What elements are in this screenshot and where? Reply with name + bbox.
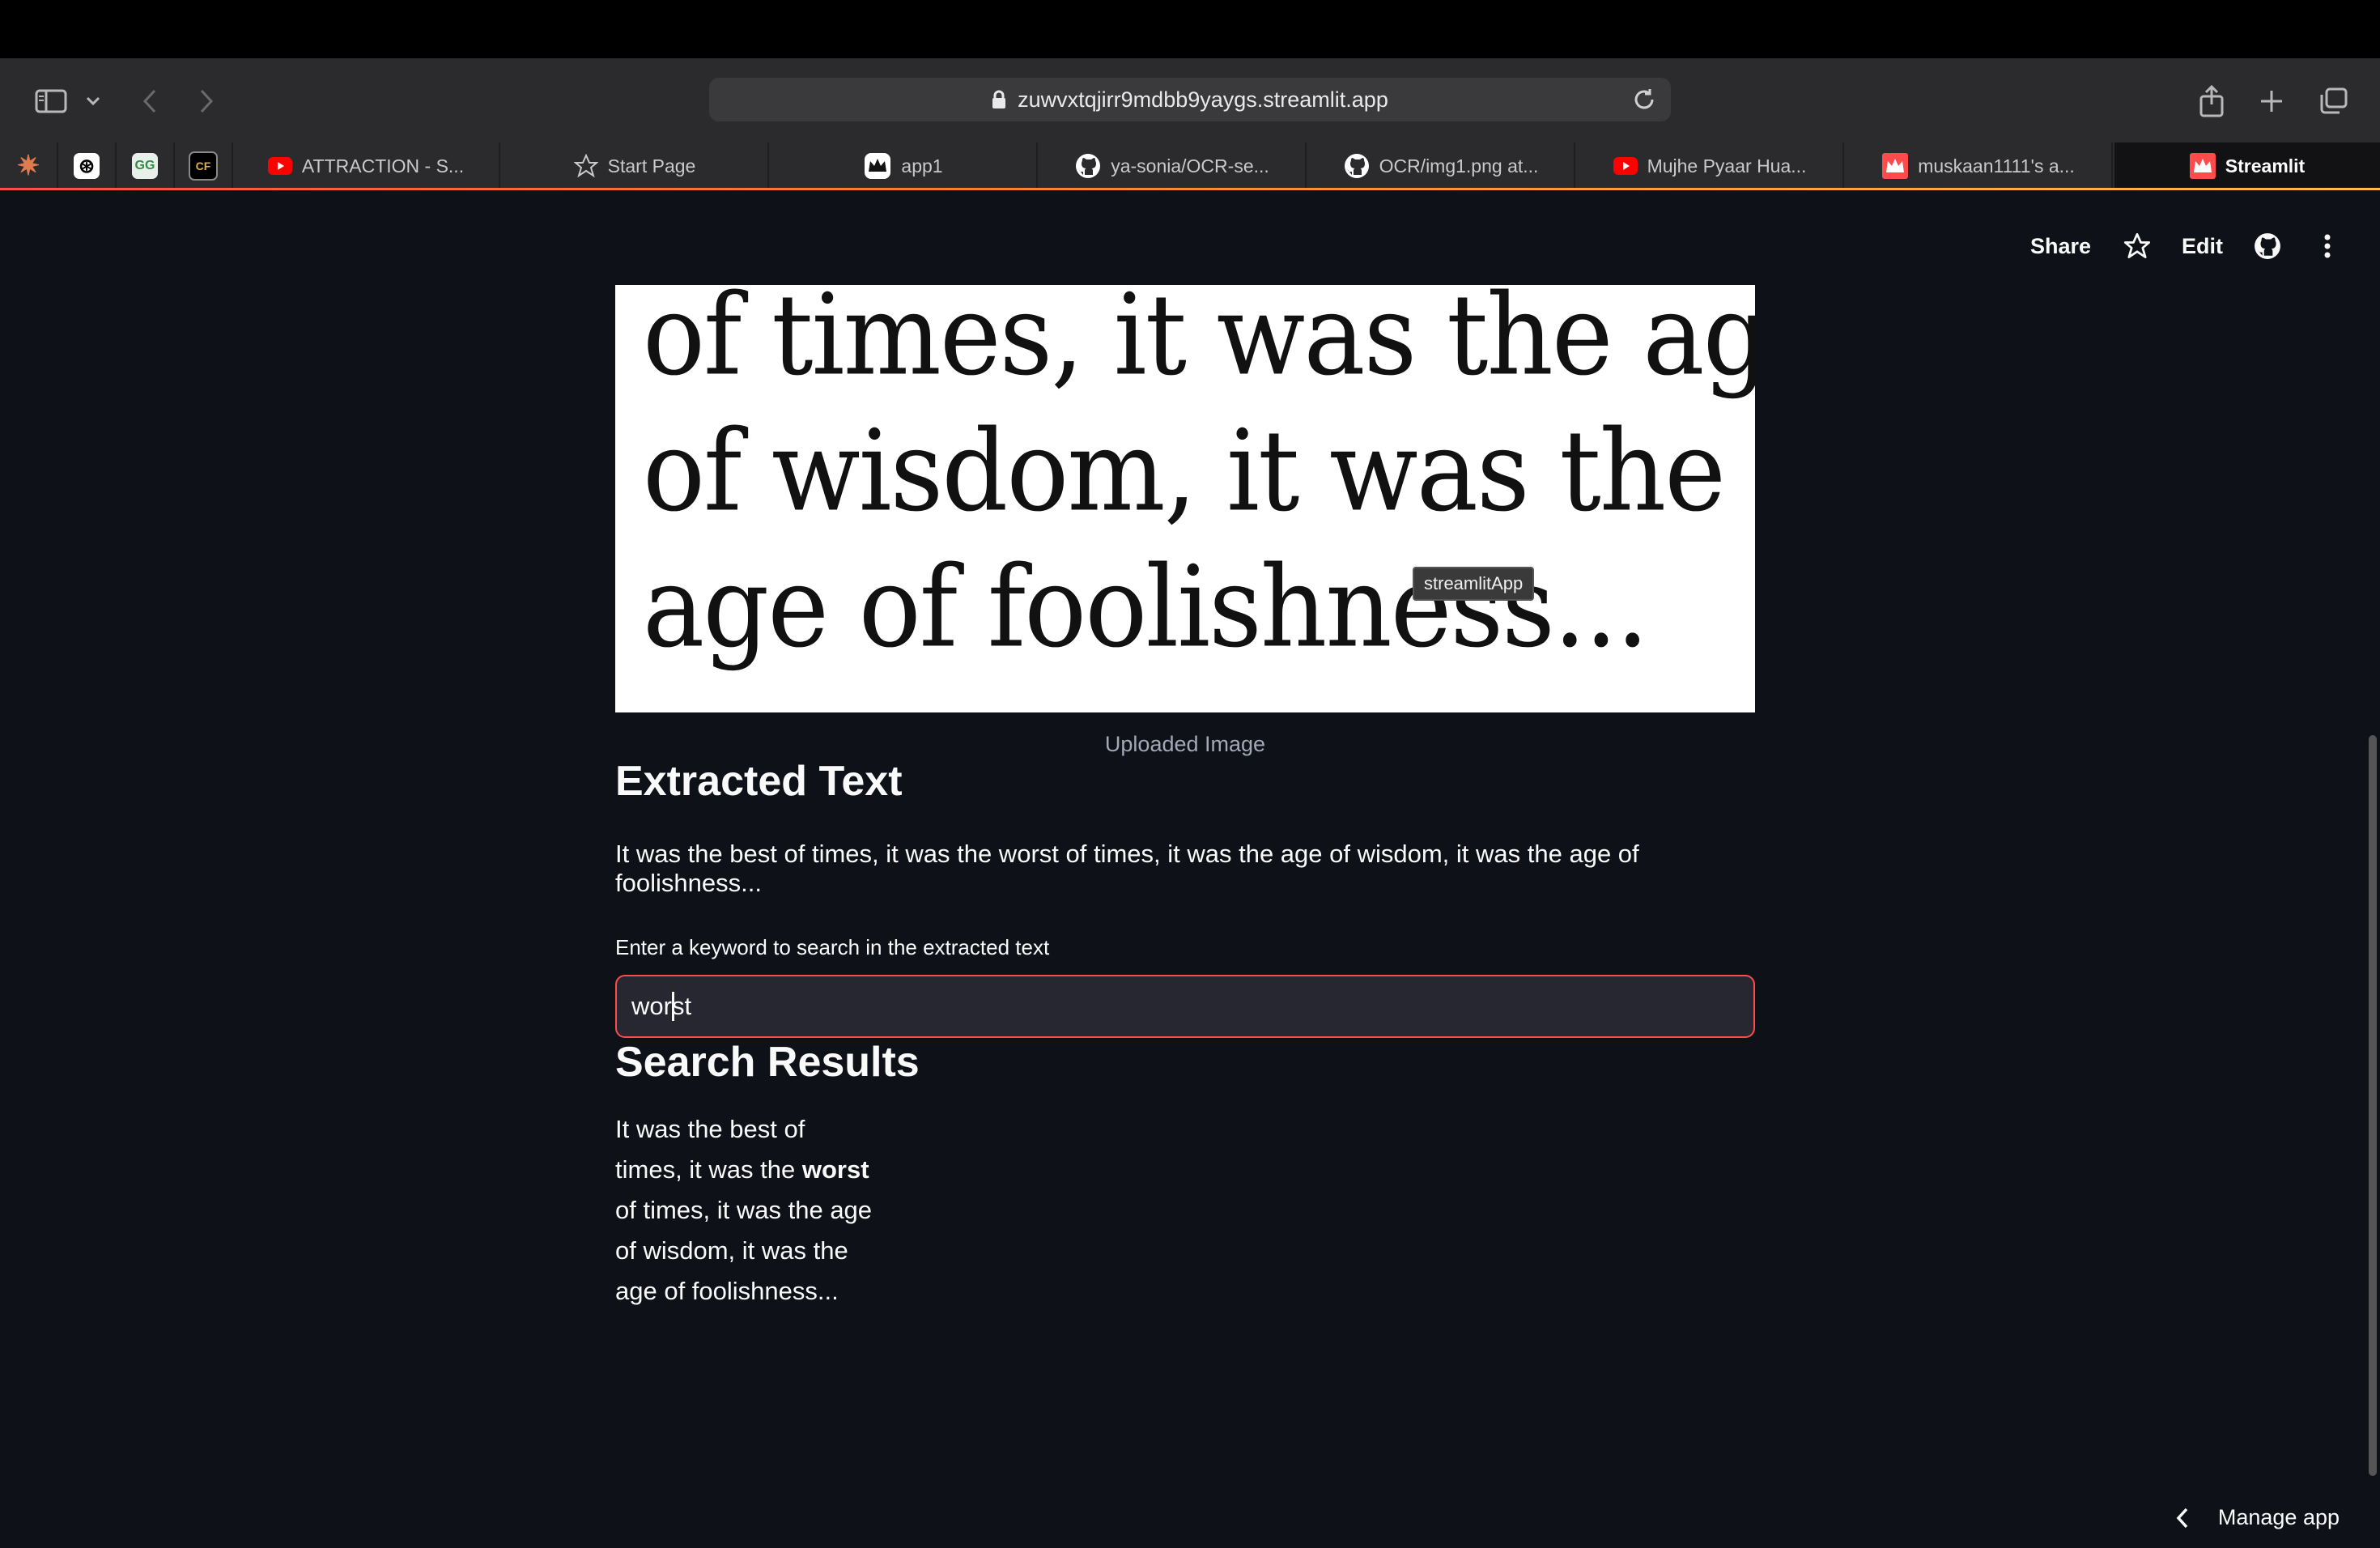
result-line: of times, it was the age: [615, 1190, 1755, 1231]
tab-bar: ✷ ⊛ GG CF ATTRACTION - S... Start Page a…: [0, 142, 2380, 189]
streamlit-crown-icon: [864, 152, 891, 180]
youtube-icon: [1613, 157, 1638, 175]
highlighted-keyword: worst: [801, 1155, 869, 1184]
result-text: of wisdom, it was the: [615, 1236, 848, 1265]
sidebar-toggle-icon[interactable]: [31, 83, 71, 120]
uploaded-image: of times, it was the age of wisdom, it w…: [615, 285, 1755, 712]
search-value-before-caret: wor: [631, 992, 672, 1020]
tooltip: streamlitApp: [1413, 567, 1535, 601]
cf-icon: CF: [189, 151, 218, 181]
url-text: zuwvxtqjirr9mdbb9yaygs.streamlit.app: [1018, 87, 1388, 112]
tab-label: ATTRACTION - S...: [301, 155, 465, 176]
page-load-indicator: [0, 188, 2380, 190]
search-results: It was the best of times, it was the wor…: [615, 1109, 1755, 1312]
back-icon[interactable]: [136, 83, 164, 120]
forward-icon[interactable]: [193, 83, 220, 120]
search-results-heading: Search Results: [615, 1039, 920, 1086]
pinned-tab-claude[interactable]: ✷: [0, 142, 58, 189]
lock-icon: [992, 90, 1006, 109]
github-icon[interactable]: [2254, 232, 2281, 260]
share-icon[interactable]: [2194, 81, 2229, 121]
more-menu-icon[interactable]: [2323, 234, 2331, 258]
streamlit-icon: [1882, 153, 1909, 179]
tab-ocr-img[interactable]: OCR/img1.png at...: [1308, 142, 1575, 189]
github-icon: [1075, 153, 1101, 179]
extracted-text: It was the best of times, it was the wor…: [615, 840, 1639, 897]
result-line: It was the best of: [615, 1109, 1755, 1150]
new-tab-icon[interactable]: [2254, 83, 2289, 120]
tab-mujhe-pyaar[interactable]: Mujhe Pyaar Hua...: [1577, 142, 1844, 189]
share-button[interactable]: Share: [2030, 234, 2091, 259]
tab-attraction[interactable]: ATTRACTION - S...: [233, 142, 500, 189]
pinned-tab-cf[interactable]: CF: [175, 142, 233, 189]
menu-bar: [0, 0, 2380, 58]
star-icon[interactable]: [2123, 232, 2151, 260]
search-input[interactable]: wor st: [615, 975, 1755, 1038]
tab-overview-icon[interactable]: [2315, 83, 2351, 120]
streamlit-icon: [2189, 153, 2216, 179]
tab-label: muskaan1111's a...: [1918, 155, 2075, 176]
tab-streamlit[interactable]: Streamlit: [2114, 142, 2380, 189]
result-text: times, it was the: [615, 1155, 802, 1184]
tab-label: Start Page: [607, 155, 696, 176]
reload-icon[interactable]: [1632, 87, 1656, 112]
pinned-tab-geeksforgeeks[interactable]: GG: [117, 142, 175, 189]
scrollbar[interactable]: [2369, 735, 2377, 1476]
result-line: of wisdom, it was the: [615, 1231, 1755, 1271]
geeksforgeeks-icon: GG: [132, 153, 158, 179]
search-value-after-caret: st: [671, 992, 692, 1020]
extracted-text-heading: Extracted Text: [615, 758, 903, 805]
main-content: of times, it was the age of wisdom, it w…: [615, 285, 1755, 1312]
image-text-line: of wisdom, it was the: [643, 406, 1726, 537]
tab-label: app1: [901, 155, 943, 176]
result-line: age of foolishness...: [615, 1271, 1755, 1312]
youtube-icon: [267, 157, 292, 175]
manage-app-label: Manage app: [2217, 1505, 2340, 1529]
pinned-tab-chatgpt[interactable]: ⊛: [58, 142, 117, 189]
chevron-left-icon: [2176, 1508, 2189, 1529]
star-icon: [573, 154, 598, 178]
tab-label: OCR/img1.png at...: [1379, 155, 1539, 176]
address-bar[interactable]: zuwvxtqjirr9mdbb9yaygs.streamlit.app: [709, 78, 1671, 121]
edit-button[interactable]: Edit: [2182, 234, 2223, 259]
tab-label: ya-sonia/OCR-se...: [1111, 155, 1269, 176]
app-toolbar: Share Edit: [2030, 227, 2380, 266]
search-input-label: Enter a keyword to search in the extract…: [615, 935, 1050, 959]
tab-label: Streamlit: [2225, 155, 2306, 176]
tab-label: Mujhe Pyaar Hua...: [1647, 155, 1807, 176]
manage-app-button[interactable]: Manage app: [2176, 1505, 2340, 1530]
result-text: of times, it was the age: [615, 1196, 873, 1224]
image-text-line: age of foolishness...: [643, 542, 1649, 673]
result-line: times, it was the worst: [615, 1150, 1755, 1190]
chevron-down-icon[interactable]: [81, 87, 105, 115]
github-icon: [1344, 153, 1370, 179]
chatgpt-icon: ⊛: [74, 153, 100, 179]
result-text: age of foolishness...: [615, 1277, 839, 1305]
tab-ocr-repo[interactable]: ya-sonia/OCR-se...: [1039, 142, 1307, 189]
tab-muskaan[interactable]: muskaan1111's a...: [1846, 142, 2113, 189]
image-text-line: of times, it was the age: [643, 285, 1755, 401]
claude-icon: ✷: [16, 151, 40, 181]
tab-app1[interactable]: app1: [771, 142, 1038, 189]
tab-start-page[interactable]: Start Page: [502, 142, 769, 189]
result-text: It was the best of: [615, 1115, 805, 1143]
image-caption: Uploaded Image: [1104, 732, 1266, 756]
